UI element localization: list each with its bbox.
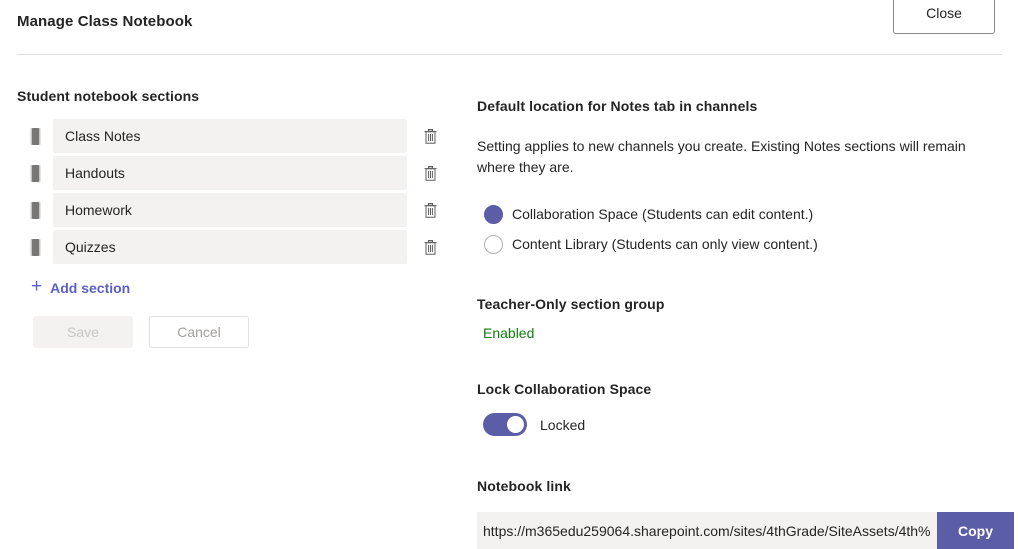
drag-handle-icon[interactable] xyxy=(17,192,53,228)
student-sections-panel: Student notebook sections xyxy=(17,88,447,348)
radio-label: Collaboration Space (Students can edit c… xyxy=(512,206,813,222)
notebook-link-heading: Notebook link xyxy=(477,478,1019,494)
trash-icon xyxy=(423,202,438,219)
section-row xyxy=(17,229,447,265)
delete-section-button[interactable] xyxy=(413,119,447,153)
radio-unselected-icon xyxy=(484,235,503,254)
notebook-link-row: Copy xyxy=(477,512,1014,549)
dialog-header: Manage Class Notebook Close xyxy=(0,0,1019,54)
drag-handle-icon[interactable] xyxy=(17,229,53,265)
notes-tab-description: Setting applies to new channels you crea… xyxy=(477,136,1003,178)
notebook-link-input[interactable] xyxy=(477,512,937,549)
section-row xyxy=(17,118,447,154)
copy-link-button[interactable]: Copy xyxy=(937,512,1014,549)
add-section-button[interactable]: + Add section xyxy=(31,278,130,297)
radio-label: Content Library (Students can only view … xyxy=(512,236,818,252)
radio-selected-icon xyxy=(484,205,503,224)
teacher-only-heading: Teacher-Only section group xyxy=(477,296,1019,312)
notes-tab-heading: Default location for Notes tab in channe… xyxy=(477,98,1019,114)
section-row xyxy=(17,192,447,228)
page-title: Manage Class Notebook xyxy=(17,13,192,30)
delete-section-button[interactable] xyxy=(413,156,447,190)
section-row xyxy=(17,155,447,191)
add-section-label: Add section xyxy=(50,280,130,296)
trash-icon xyxy=(423,165,438,182)
lock-collaboration-heading: Lock Collaboration Space xyxy=(477,381,1019,397)
close-button[interactable]: Close xyxy=(893,0,995,34)
lock-collaboration-toggle[interactable] xyxy=(483,413,527,436)
header-divider xyxy=(17,54,1002,55)
section-action-buttons: Save Cancel xyxy=(33,316,447,348)
lock-toggle-label: Locked xyxy=(540,417,585,433)
cancel-button[interactable]: Cancel xyxy=(149,316,249,348)
delete-section-button[interactable] xyxy=(413,230,447,264)
plus-icon: + xyxy=(31,277,42,296)
drag-handle-icon[interactable] xyxy=(17,155,53,191)
section-list xyxy=(17,118,447,265)
lock-collaboration-row: Locked xyxy=(483,413,1019,436)
save-button[interactable]: Save xyxy=(33,316,133,348)
section-name-input[interactable] xyxy=(53,193,407,227)
section-name-input[interactable] xyxy=(53,156,407,190)
student-sections-heading: Student notebook sections xyxy=(17,88,447,104)
radio-option-content-library[interactable]: Content Library (Students can only view … xyxy=(484,229,1019,259)
toggle-knob-icon xyxy=(507,416,524,433)
drag-handle-icon[interactable] xyxy=(17,118,53,154)
section-name-input[interactable] xyxy=(53,230,407,264)
trash-icon xyxy=(423,128,438,145)
teacher-only-status: Enabled xyxy=(483,325,1019,341)
delete-section-button[interactable] xyxy=(413,193,447,227)
radio-option-collaboration-space[interactable]: Collaboration Space (Students can edit c… xyxy=(484,199,1019,229)
notebook-settings-panel: Default location for Notes tab in channe… xyxy=(477,98,1019,549)
trash-icon xyxy=(423,239,438,256)
section-name-input[interactable] xyxy=(53,119,407,153)
notes-location-radio-group: Collaboration Space (Students can edit c… xyxy=(477,199,1019,259)
